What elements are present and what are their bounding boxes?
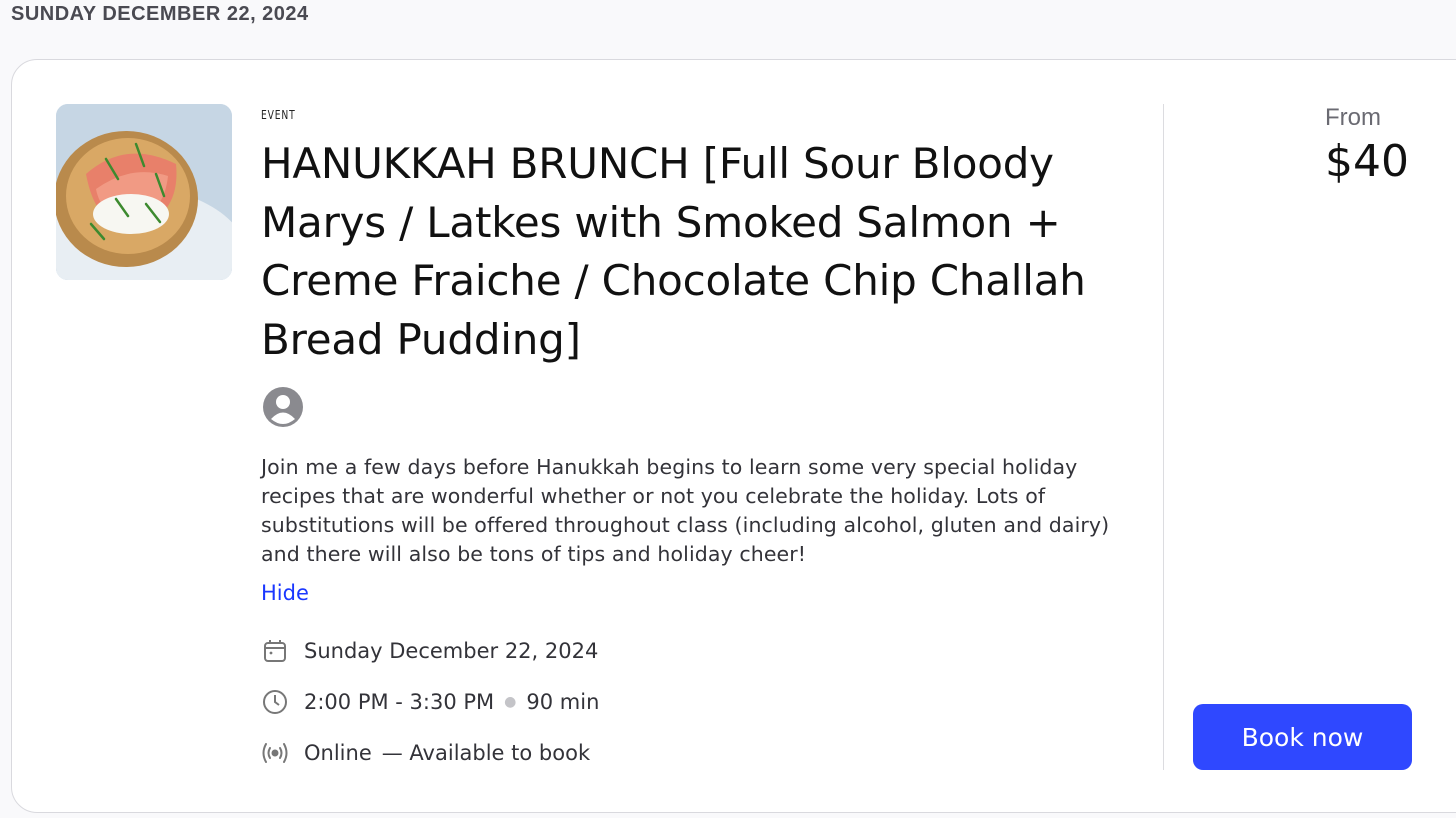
event-date: Sunday December 22, 2024 [304,639,599,663]
card-divider [1163,104,1164,770]
clock-icon [261,688,289,716]
event-duration: 90 min [526,690,600,714]
hide-description-link[interactable]: Hide [261,581,309,605]
event-time-row: 2:00 PM - 3:30 PM ● 90 min [261,688,599,716]
event-location-row: Online — Available to book [261,739,590,767]
event-type-tag: EVENT [261,108,296,122]
book-now-button[interactable]: Book now [1193,704,1412,770]
user-avatar-icon[interactable] [262,386,304,428]
broadcast-icon [261,739,289,767]
event-thumbnail[interactable] [56,104,232,280]
event-time: 2:00 PM - 3:30 PM [304,690,495,714]
event-date-row: Sunday December 22, 2024 [261,637,598,665]
event-price: $40 [1325,136,1409,187]
price-from-label: From [1325,104,1381,131]
date-heading: SUNDAY DECEMBER 22, 2024 [11,3,309,25]
event-location: Online [304,741,372,765]
separator-dot: ● [504,694,517,710]
event-title: HANUKKAH BRUNCH [Full Sour Bloody Marys … [261,139,1086,364]
event-description: Join me a few days before Hanukkah begin… [261,455,1110,566]
event-availability: — Available to book [381,741,591,765]
event-card: EVENT HANUKKAH BRUNCH [Full Sour Bloody … [11,59,1456,813]
calendar-icon [261,637,289,665]
